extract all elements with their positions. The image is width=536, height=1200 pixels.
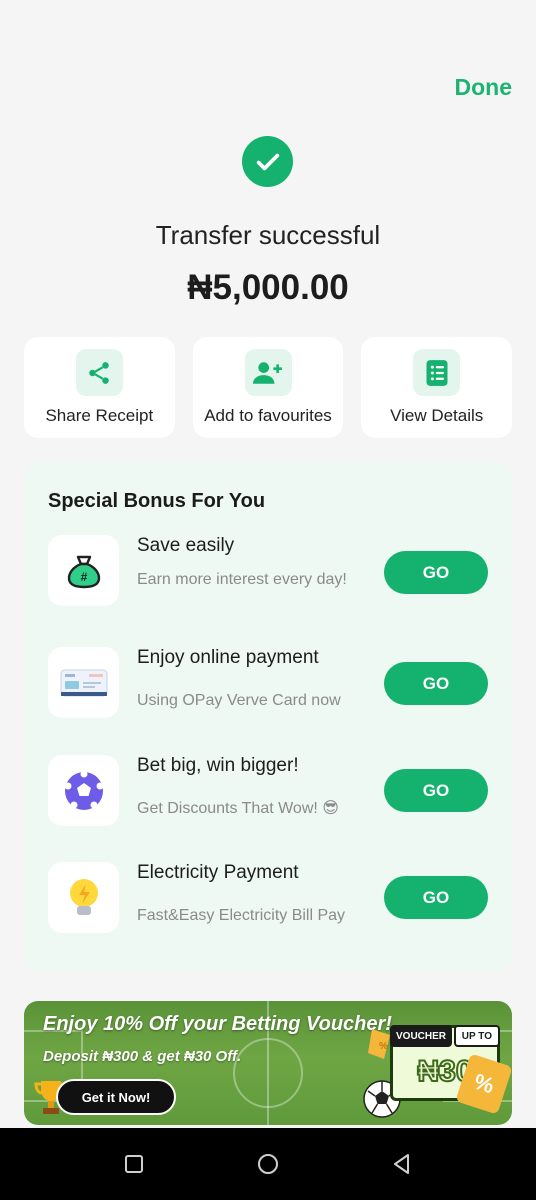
svg-text:%: % xyxy=(379,1041,388,1052)
bonus-item-subtitle: Get Discounts That Wow! 😎 xyxy=(137,800,339,817)
bonus-item-online-payment[interactable]: Enjoy online payment Using OPay Verve Ca… xyxy=(48,647,488,719)
bonus-item-subtitle: Using OPay Verve Card now xyxy=(137,692,341,709)
action-buttons: Share Receipt Add to favourites View Det… xyxy=(24,337,513,438)
voucher-tag: VOUCHER xyxy=(390,1025,453,1047)
bonus-item-title: Bet big, win bigger! xyxy=(137,755,299,776)
bonus-item-save[interactable]: # Save easily Earn more interest every d… xyxy=(48,535,488,607)
money-bag-icon: # xyxy=(48,535,119,606)
svg-text:#: # xyxy=(80,570,87,584)
share-receipt-button[interactable]: Share Receipt xyxy=(24,337,175,438)
back-icon[interactable] xyxy=(390,1152,414,1176)
success-check-icon xyxy=(242,136,293,187)
add-user-icon xyxy=(244,349,292,396)
electricity-go-button[interactable]: GO xyxy=(384,876,488,919)
view-details-button[interactable]: View Details xyxy=(361,337,513,438)
bonus-item-bet[interactable]: Bet big, win bigger! Get Discounts That … xyxy=(48,755,488,827)
bonus-item-title: Electricity Payment xyxy=(137,862,299,883)
bet-go-button[interactable]: GO xyxy=(384,769,488,812)
promo-banner[interactable]: Enjoy 10% Off your Betting Voucher! Depo… xyxy=(24,1001,512,1125)
voucher-upto: UP TO xyxy=(453,1025,500,1047)
done-button[interactable]: Done xyxy=(455,74,513,101)
special-bonus-panel: Special Bonus For You # Save easily Earn… xyxy=(24,462,512,972)
status-title: Transfer successful xyxy=(155,220,381,250)
share-receipt-label: Share Receipt xyxy=(45,406,154,425)
football-icon xyxy=(48,755,119,826)
save-go-button[interactable]: GO xyxy=(384,551,488,594)
bonus-item-subtitle: Fast&Easy Electricity Bill Pay xyxy=(137,907,346,924)
promo-headline: Enjoy 10% Off your Betting Voucher! xyxy=(43,1013,392,1035)
bonus-item-electricity[interactable]: Electricity Payment Fast&Easy Electricit… xyxy=(48,862,488,934)
bonus-item-subtitle: Earn more interest every day! xyxy=(137,571,347,588)
transfer-amount: ₦5,000.00 xyxy=(187,268,349,307)
bonus-item-title: Save easily xyxy=(137,535,235,556)
verve-card-icon xyxy=(48,647,119,718)
add-to-favourites-label: Add to favourites xyxy=(204,406,332,425)
list-details-icon xyxy=(413,349,461,396)
promo-subtitle: Deposit ₦300 & get ₦30 Off. xyxy=(43,1048,242,1065)
recent-apps-icon[interactable] xyxy=(122,1152,146,1176)
home-icon[interactable] xyxy=(256,1152,280,1176)
share-icon xyxy=(75,349,123,396)
system-nav-bar xyxy=(0,1128,536,1200)
bonus-title: Special Bonus For You xyxy=(48,490,266,512)
get-it-now-button[interactable]: Get it Now! xyxy=(56,1079,176,1115)
add-to-favourites-button[interactable]: Add to favourites xyxy=(192,337,344,438)
light-bulb-icon xyxy=(48,862,119,933)
bonus-item-title: Enjoy online payment xyxy=(137,647,319,668)
view-details-label: View Details xyxy=(390,406,484,425)
online-payment-go-button[interactable]: GO xyxy=(384,662,488,705)
